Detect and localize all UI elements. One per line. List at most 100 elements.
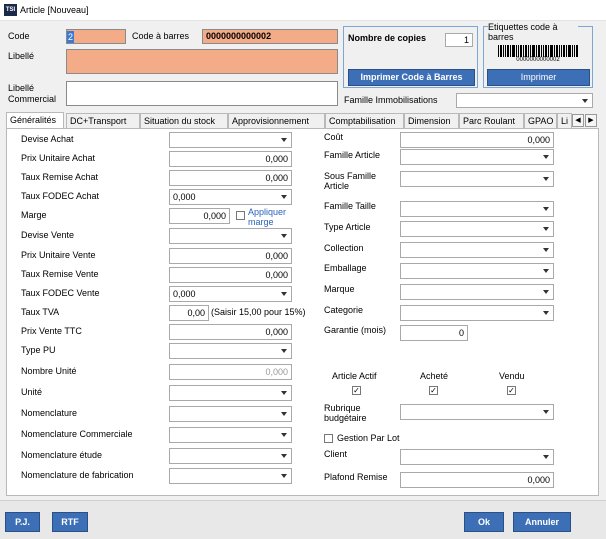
taux-fodec-vente-dropdown[interactable]: 0,000: [169, 286, 292, 302]
prix-unitaire-achat-label: Prix Unitaire Achat: [21, 153, 96, 163]
tab-li[interactable]: Li: [557, 113, 572, 129]
famille-immobilisations-dropdown[interactable]: [456, 93, 593, 108]
emballage-dropdown[interactable]: [400, 263, 554, 279]
tab-generalites[interactable]: Généralités: [6, 112, 64, 129]
type-pu-dropdown[interactable]: [169, 343, 292, 359]
nomenclature-label: Nomenclature: [21, 408, 78, 418]
client-label: Client: [324, 449, 348, 459]
taux-fodec-achat-value: 0,000: [173, 192, 196, 202]
ok-button[interactable]: Ok: [464, 512, 504, 532]
tab-parc-roulant[interactable]: Parc Roulant: [459, 113, 524, 129]
appliquer-marge-checkbox[interactable]: [236, 211, 245, 220]
tab-dc-transport[interactable]: DC+Transport: [66, 113, 140, 129]
prix-vente-ttc-value: 0,000: [265, 327, 288, 337]
chevron-down-icon: [540, 150, 553, 164]
barcode-label: Code à barres: [132, 31, 190, 41]
cout-input[interactable]: 0,000: [400, 132, 554, 148]
chevron-down-icon: [540, 202, 553, 216]
plafond-remise-input[interactable]: 0,000: [400, 472, 554, 488]
famille-article-dropdown[interactable]: [400, 149, 554, 165]
famille-taille-dropdown[interactable]: [400, 201, 554, 217]
taux-remise-vente-input[interactable]: 0,000: [169, 267, 292, 283]
garantie-mois-value: 0: [458, 328, 464, 338]
copies-group: Nombre de copies 1 Imprimer Code à Barre…: [343, 26, 478, 88]
rubrique-budgetaire-label: Rubrique budgétaire: [324, 403, 367, 423]
taux-fodec-achat-dropdown[interactable]: 0,000: [169, 189, 292, 205]
print-labels-button[interactable]: Imprimer: [487, 69, 590, 86]
tab-approvisionnement[interactable]: Approvisionnement: [228, 113, 325, 129]
devise-achat-dropdown[interactable]: [169, 132, 292, 148]
chevron-down-icon: [540, 222, 553, 236]
libelle-field[interactable]: [66, 49, 338, 74]
nomenclature-commerciale-dropdown[interactable]: [169, 427, 292, 443]
chevron-down-icon: [278, 449, 291, 463]
client-dropdown[interactable]: [400, 449, 554, 465]
copies-input[interactable]: 1: [445, 33, 473, 47]
libelle-commercial-field[interactable]: [66, 81, 338, 106]
tab-comptabilisation[interactable]: Comptabilisation: [325, 113, 404, 129]
barcode-field[interactable]: 0000000000002: [202, 29, 338, 44]
type-article-dropdown[interactable]: [400, 221, 554, 237]
chevron-down-icon: [278, 386, 291, 400]
article-actif-checkbox[interactable]: ✓: [352, 386, 361, 395]
gestion-par-lot-checkbox[interactable]: [324, 434, 333, 443]
etiquettes-label: Etiquettes code à barres: [488, 22, 578, 42]
taux-tva-input[interactable]: 0,00: [169, 305, 209, 321]
rtf-button[interactable]: RTF: [52, 512, 88, 532]
devise-vente-label: Devise Vente: [21, 230, 75, 240]
taux-remise-vente-value: 0,000: [265, 270, 288, 280]
nombre-unite-value: 0,000: [265, 367, 288, 377]
tab-gpao[interactable]: GPAO: [524, 113, 557, 129]
code-field[interactable]: 2: [66, 29, 126, 44]
vendu-checkbox[interactable]: ✓: [507, 386, 516, 395]
sous-famille-article-dropdown[interactable]: [400, 171, 554, 187]
marque-dropdown[interactable]: [400, 284, 554, 300]
print-barcode-button[interactable]: Imprimer Code à Barres: [348, 69, 475, 86]
taux-remise-vente-label: Taux Remise Vente: [21, 269, 99, 279]
plafond-remise-label: Plafond Remise: [324, 472, 388, 482]
tab-situation-stock[interactable]: Situation du stock: [140, 113, 228, 129]
nomenclature-dropdown[interactable]: [169, 406, 292, 422]
pj-button[interactable]: P.J.: [5, 512, 40, 532]
nomenclature-etude-dropdown[interactable]: [169, 448, 292, 464]
chevron-down-icon: [540, 405, 553, 419]
nomenclature-de-fabrication-dropdown[interactable]: [169, 468, 292, 484]
chevron-down-icon: [278, 344, 291, 358]
generalites-panel: Devise Achat Prix Unitaire Achat 0,000 Taux…: [6, 128, 599, 496]
taux-fodec-vente-label: Taux FODEC Vente: [21, 288, 100, 298]
chevron-down-icon: [278, 469, 291, 483]
devise-vente-dropdown[interactable]: [169, 228, 292, 244]
collection-dropdown[interactable]: [400, 242, 554, 258]
categorie-dropdown[interactable]: [400, 305, 554, 321]
taux-remise-achat-input[interactable]: 0,000: [169, 170, 292, 186]
chevron-down-icon: [540, 306, 553, 320]
tab-scroll-right-icon[interactable]: ▶: [585, 114, 597, 127]
garantie-mois-input[interactable]: 0: [400, 325, 468, 341]
unite-dropdown[interactable]: [169, 385, 292, 401]
annuler-button[interactable]: Annuler: [513, 512, 571, 532]
cout-value: 0,000: [527, 135, 550, 145]
gestion-par-lot-label: Gestion Par Lot: [337, 433, 400, 443]
achete-label: Acheté: [420, 371, 449, 381]
chevron-down-icon: [540, 450, 553, 464]
barcode-digits: 0000000000002: [516, 57, 560, 63]
prix-unitaire-vente-input[interactable]: 0,000: [169, 248, 292, 264]
tab-scroll-left-icon[interactable]: ◀: [572, 114, 584, 127]
prix-vente-ttc-input[interactable]: 0,000: [169, 324, 292, 340]
taux-tva-value: 0,00: [187, 308, 205, 318]
type-pu-label: Type PU: [21, 345, 56, 355]
famille-immobilisations-label: Famille Immobilisations: [344, 95, 438, 105]
chevron-down-icon: [278, 229, 291, 243]
prix-unitaire-achat-input[interactable]: 0,000: [169, 151, 292, 167]
nomenclature-etude-label: Nomenclature étude: [21, 450, 103, 460]
chevron-down-icon: [540, 243, 553, 257]
achete-checkbox[interactable]: ✓: [429, 386, 438, 395]
prix-unitaire-vente-label: Prix Unitaire Vente: [21, 250, 96, 260]
barcode-image: 0000000000002: [498, 45, 578, 63]
tab-dimension[interactable]: Dimension: [404, 113, 459, 129]
chevron-down-icon: [278, 428, 291, 442]
chevron-down-icon: [540, 264, 553, 278]
nombre-unite-input[interactable]: 0,000: [169, 364, 292, 380]
rubrique-budgetaire-dropdown[interactable]: [400, 404, 554, 420]
marge-input[interactable]: 0,000: [169, 208, 230, 224]
